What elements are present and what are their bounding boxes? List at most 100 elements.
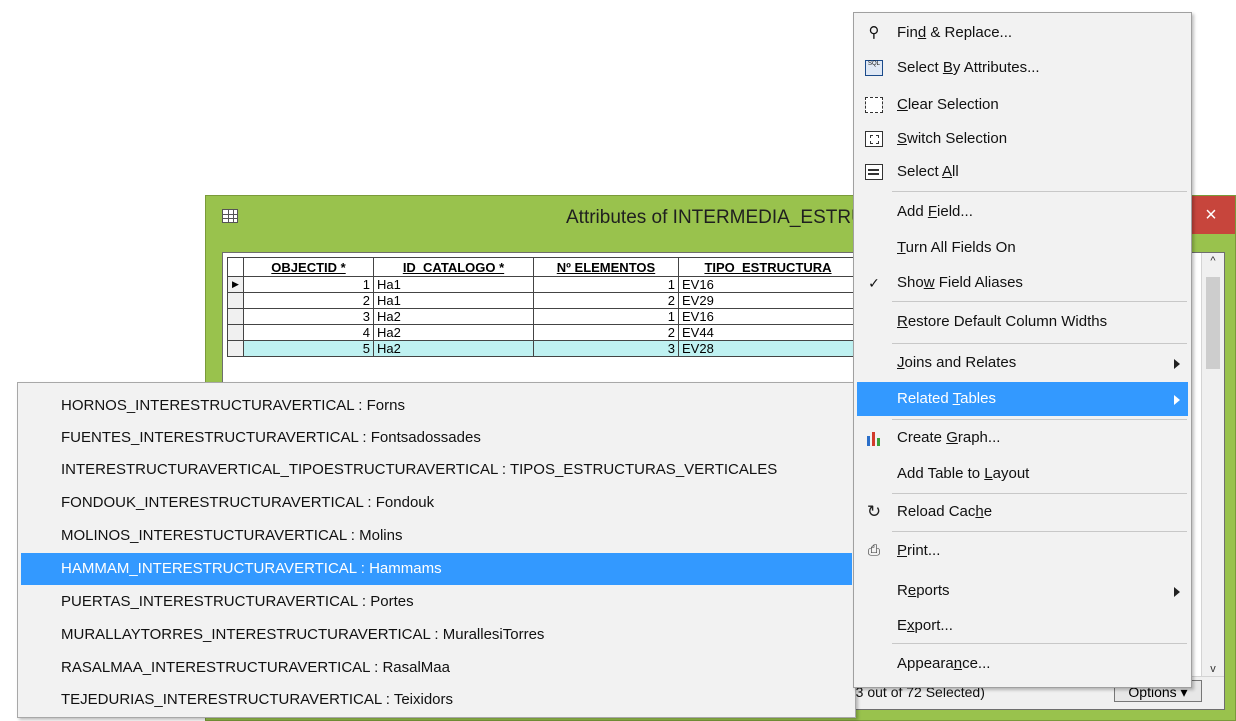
cell-n-elementos[interactable]: 2 bbox=[533, 324, 679, 341]
scroll-down-arrow[interactable]: v bbox=[1202, 663, 1224, 675]
column-header-n-elementos[interactable]: Nº ELEMENTOS bbox=[533, 257, 679, 277]
cell-n-elementos[interactable]: 3 bbox=[533, 340, 679, 357]
related-table-item[interactable]: TEJEDURIAS_INTERESTRUCTURAVERTICAL : Tei… bbox=[21, 684, 852, 716]
menu-accelerator: T bbox=[897, 239, 906, 256]
menu-item-print[interactable]: ⎙ Print... bbox=[857, 534, 1188, 568]
scroll-thumb[interactable] bbox=[1206, 277, 1220, 369]
cell-tipo-estructura[interactable]: EV44 bbox=[678, 324, 858, 341]
cell-objectid[interactable]: 3 bbox=[243, 308, 374, 325]
row-selector[interactable]: ▶ bbox=[227, 276, 244, 293]
menu-label: urn All Fields On bbox=[905, 239, 1016, 256]
related-table-item-hammam[interactable]: HAMMAM_INTERESTRUCTURAVERTICAL : Hammams bbox=[21, 553, 852, 585]
menu-label: Field Aliases bbox=[934, 274, 1023, 291]
menu-accelerator: n bbox=[953, 655, 963, 672]
related-table-item[interactable]: FONDOUK_INTERESTRUCTURAVERTICAL : Fondou… bbox=[21, 487, 852, 519]
menu-item-switch-selection[interactable]: Switch Selection bbox=[857, 122, 1188, 156]
menu-item-restore-column-widths[interactable]: Restore Default Column Widths bbox=[857, 305, 1188, 339]
cell-tipo-estructura[interactable]: EV29 bbox=[678, 292, 858, 309]
related-table-item[interactable]: MOLINOS_INTERESTUCTURAVERTICAL : Molins bbox=[21, 520, 852, 552]
cell-id-catalogo[interactable]: Ha1 bbox=[373, 292, 534, 309]
menu-separator bbox=[892, 643, 1187, 644]
menu-label: Reload Cac bbox=[897, 503, 976, 520]
row-selector[interactable] bbox=[227, 308, 244, 325]
menu-item-joins-relates[interactable]: Joins and Relates bbox=[857, 346, 1188, 380]
menu-label: ables bbox=[960, 390, 996, 407]
menu-item-create-graph[interactable]: Create Graph... bbox=[857, 421, 1188, 455]
related-table-item[interactable]: MURALLAYTORRES_INTERESTRUCTURAVERTICAL :… bbox=[21, 619, 852, 651]
menu-item-select-by-attributes[interactable]: SQL Select By Attributes... bbox=[857, 51, 1188, 85]
menu-label: estore Default Column Widths bbox=[907, 313, 1108, 330]
menu-separator bbox=[892, 419, 1187, 420]
reload-icon: ↻ bbox=[866, 502, 882, 521]
menu-label: Fin bbox=[897, 24, 918, 41]
menu-separator bbox=[892, 191, 1187, 192]
column-header-tipo-estructura[interactable]: TIPO_ESTRUCTURA bbox=[678, 257, 858, 277]
related-table-item[interactable]: RASALMAA_INTERESTRUCTURAVERTICAL : Rasal… bbox=[21, 652, 852, 684]
menu-label: lear Selection bbox=[907, 96, 999, 113]
cell-objectid[interactable]: 5 bbox=[243, 340, 374, 357]
menu-label: Add Table to bbox=[897, 465, 985, 482]
cell-objectid[interactable]: 2 bbox=[243, 292, 374, 309]
menu-item-add-table-to-layout[interactable]: Add Table to Layout bbox=[857, 457, 1188, 491]
vertical-scrollbar[interactable]: ^ v bbox=[1201, 253, 1224, 677]
cell-id-catalogo[interactable]: Ha2 bbox=[373, 324, 534, 341]
menu-label: Create bbox=[897, 429, 947, 446]
menu-item-add-field[interactable]: Add Field... bbox=[857, 195, 1188, 229]
menu-label: Appeara bbox=[897, 655, 954, 672]
printer-icon: ⎙ bbox=[867, 542, 880, 559]
cell-id-catalogo[interactable]: Ha2 bbox=[373, 308, 534, 325]
menu-label: ports bbox=[916, 582, 950, 599]
menu-label: E bbox=[897, 617, 908, 634]
submenu-arrow-icon bbox=[1174, 587, 1180, 597]
cell-id-catalogo[interactable]: Ha1 bbox=[373, 276, 534, 293]
row-selector[interactable] bbox=[227, 340, 244, 357]
corner-cell[interactable] bbox=[227, 257, 244, 277]
related-table-item[interactable]: FUENTES_INTERESTRUCTURAVERTICAL : Fontsa… bbox=[21, 422, 852, 454]
menu-accelerator: h bbox=[975, 503, 984, 520]
column-header-id-catalogo[interactable]: ID_CATALOGO * bbox=[373, 257, 534, 277]
menu-item-export[interactable]: Export... bbox=[857, 609, 1188, 643]
row-selector[interactable] bbox=[227, 292, 244, 309]
related-table-item[interactable]: PUERTAS_INTERESTRUCTURAVERTICAL : Portes bbox=[21, 586, 852, 618]
menu-label: oins and Relates bbox=[904, 354, 1017, 371]
cell-n-elementos[interactable]: 1 bbox=[533, 308, 679, 325]
menu-item-select-all[interactable]: Select All bbox=[857, 155, 1188, 189]
row-selector[interactable] bbox=[227, 324, 244, 341]
cell-tipo-estructura[interactable]: EV16 bbox=[678, 276, 858, 293]
menu-label: rint... bbox=[907, 542, 941, 559]
related-table-item[interactable]: INTERESTRUCTURAVERTICAL_TIPOESTRUCTURAVE… bbox=[21, 454, 852, 486]
column-header-objectid[interactable]: OBJECTID * bbox=[243, 257, 374, 277]
menu-label: y Attributes... bbox=[952, 59, 1040, 76]
menu-separator bbox=[892, 343, 1187, 344]
menu-accelerator: d bbox=[917, 24, 927, 41]
menu-accelerator: w bbox=[923, 274, 935, 291]
scroll-up-arrow[interactable]: ^ bbox=[1202, 255, 1224, 267]
menu-accelerator: P bbox=[897, 542, 908, 559]
menu-item-reload-cache[interactable]: ↻ Reload Cache bbox=[857, 495, 1188, 529]
cell-tipo-estructura[interactable]: EV16 bbox=[678, 308, 858, 325]
menu-item-find-replace[interactable]: ⚲ Find & Replace... bbox=[857, 16, 1188, 50]
cell-n-elementos[interactable]: 1 bbox=[533, 276, 679, 293]
menu-label: Select bbox=[897, 59, 943, 76]
cell-id-catalogo[interactable]: Ha2 bbox=[373, 340, 534, 357]
menu-label: R bbox=[897, 582, 908, 599]
menu-accelerator: C bbox=[897, 96, 908, 113]
cell-objectid[interactable]: 4 bbox=[243, 324, 374, 341]
menu-item-clear-selection[interactable]: Clear Selection bbox=[857, 88, 1188, 122]
menu-item-reports[interactable]: Reports bbox=[857, 574, 1188, 608]
cell-tipo-estructura[interactable]: EV28 bbox=[678, 340, 858, 357]
close-button[interactable]: × bbox=[1187, 196, 1235, 234]
menu-label: ll bbox=[952, 163, 959, 180]
menu-label: raph... bbox=[957, 429, 1001, 446]
menu-item-appearance[interactable]: Appearance... bbox=[857, 647, 1188, 681]
table-icon bbox=[222, 209, 238, 223]
table-options-menu: ⚲ Find & Replace... SQL Select By Attrib… bbox=[853, 12, 1192, 688]
cell-n-elementos[interactable]: 2 bbox=[533, 292, 679, 309]
cell-objectid[interactable]: 1 bbox=[243, 276, 374, 293]
menu-item-show-field-aliases[interactable]: ✓ Show Field Aliases bbox=[857, 266, 1188, 300]
related-table-item[interactable]: HORNOS_INTERESTRUCTURAVERTICAL : Forns bbox=[21, 390, 852, 422]
menu-item-turn-all-fields-on[interactable]: Turn All Fields On bbox=[857, 231, 1188, 265]
menu-label: Select bbox=[897, 163, 943, 180]
menu-accelerator: A bbox=[942, 163, 953, 180]
menu-item-related-tables[interactable]: Related Tables bbox=[857, 382, 1188, 416]
